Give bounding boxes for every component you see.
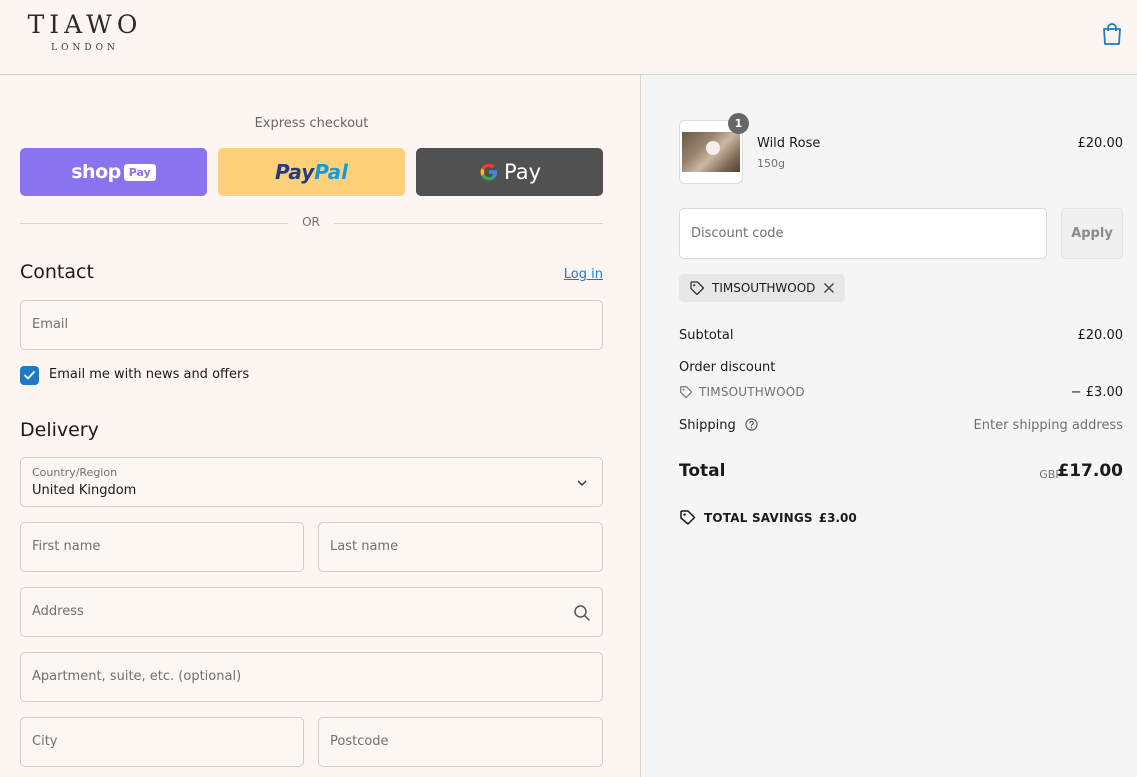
country-label: Country/Region — [32, 466, 118, 479]
google-pay-logo: Pay — [478, 160, 541, 184]
shipping-label: Shipping — [679, 418, 736, 433]
country-value: United Kingdom — [32, 483, 137, 498]
help-icon[interactable] — [745, 418, 758, 431]
total-value: £17.00 — [1057, 461, 1123, 481]
search-icon[interactable] — [573, 604, 591, 622]
postcode-input[interactable]: Postcode — [318, 717, 603, 767]
order-discount-value: − £3.00 — [1070, 385, 1123, 400]
last-name-input[interactable]: Last name — [318, 522, 603, 572]
quantity-badge: 1 — [728, 113, 749, 134]
applied-discount-chip: TIMSOUTHWOOD — [679, 274, 845, 302]
total-savings: TOTAL SAVINGS £3.00 — [679, 509, 857, 526]
store-logo[interactable]: TIAWO LONDON — [20, 10, 150, 54]
paypal-label-part2: Pal — [314, 160, 349, 184]
logo-main-text: TIAWO — [27, 10, 143, 39]
order-discount-label: Order discount — [679, 360, 776, 375]
order-discount-code-text: TIMSOUTHWOOD — [699, 385, 805, 399]
chevron-down-icon — [577, 480, 587, 486]
divider-right — [334, 223, 603, 224]
email-input[interactable]: Email — [20, 300, 603, 350]
tag-icon — [680, 386, 693, 399]
product-image-highlight — [706, 141, 720, 155]
first-name-placeholder: First name — [32, 539, 101, 554]
shopping-bag-icon[interactable] — [1101, 22, 1123, 46]
tag-icon — [690, 281, 705, 296]
apartment-input[interactable]: Apartment, suite, etc. (optional) — [20, 652, 603, 702]
header: TIAWO LONDON — [0, 0, 1137, 75]
address-input[interactable]: Address — [20, 587, 603, 637]
email-placeholder: Email — [32, 317, 69, 332]
shipping-row: Shipping — [679, 418, 758, 433]
savings-label: TOTAL SAVINGS — [704, 510, 813, 525]
shipping-value: Enter shipping address — [973, 418, 1123, 433]
first-name-input[interactable]: First name — [20, 522, 304, 572]
shop-pay-label: shop — [71, 161, 121, 183]
savings-tag-icon — [680, 510, 696, 525]
contact-title: Contact — [20, 261, 94, 283]
google-pay-label: Pay — [503, 160, 542, 184]
subtotal-value: £20.00 — [1077, 328, 1124, 343]
close-icon[interactable] — [823, 282, 835, 294]
order-discount-code: TIMSOUTHWOOD — [679, 385, 805, 399]
divider-left — [20, 223, 288, 224]
google-g-icon — [480, 163, 497, 181]
country-select[interactable]: Country/Region United Kingdom — [20, 457, 603, 507]
savings-value: £3.00 — [818, 510, 857, 525]
postcode-placeholder: Postcode — [330, 734, 389, 749]
paypal-button[interactable]: PayPal — [218, 148, 405, 196]
express-checkout-title: Express checkout — [254, 116, 369, 131]
city-placeholder: City — [32, 734, 58, 749]
subtotal-label: Subtotal — [679, 328, 734, 343]
product-name: Wild Rose — [757, 136, 821, 151]
apply-discount-button[interactable]: Apply — [1061, 208, 1123, 259]
login-link[interactable]: Log in — [560, 267, 603, 282]
delivery-title: Delivery — [20, 419, 99, 441]
google-pay-button[interactable]: Pay — [416, 148, 603, 196]
paypal-label-part1: Pay — [274, 160, 315, 184]
logo-sub-text: LONDON — [51, 43, 119, 53]
applied-code-text: TIMSOUTHWOOD — [712, 281, 816, 295]
shop-pay-button[interactable]: shop Pay — [20, 148, 207, 196]
product-price: £20.00 — [1077, 136, 1124, 151]
apartment-placeholder: Apartment, suite, etc. (optional) — [32, 669, 242, 684]
address-placeholder: Address — [32, 604, 84, 619]
last-name-placeholder: Last name — [330, 539, 399, 554]
paypal-logo: PayPal — [275, 160, 348, 184]
discount-code-input[interactable]: Discount code — [679, 208, 1047, 259]
shop-pay-badge: Pay — [123, 163, 156, 181]
product-variant: 150g — [757, 157, 785, 170]
newsletter-label: Email me with news and offers — [49, 367, 250, 382]
city-input[interactable]: City — [20, 717, 304, 767]
checkout-form-panel: Express checkout shop Pay PayPal Pay OR … — [0, 75, 641, 777]
checkmark-icon — [24, 371, 35, 380]
newsletter-checkbox[interactable] — [20, 366, 39, 385]
discount-placeholder: Discount code — [691, 226, 784, 241]
total-label: Total — [679, 461, 726, 481]
or-divider-text: OR — [302, 215, 320, 229]
order-summary-panel: 1 Wild Rose 150g £20.00 Discount code Ap… — [642, 75, 1137, 777]
